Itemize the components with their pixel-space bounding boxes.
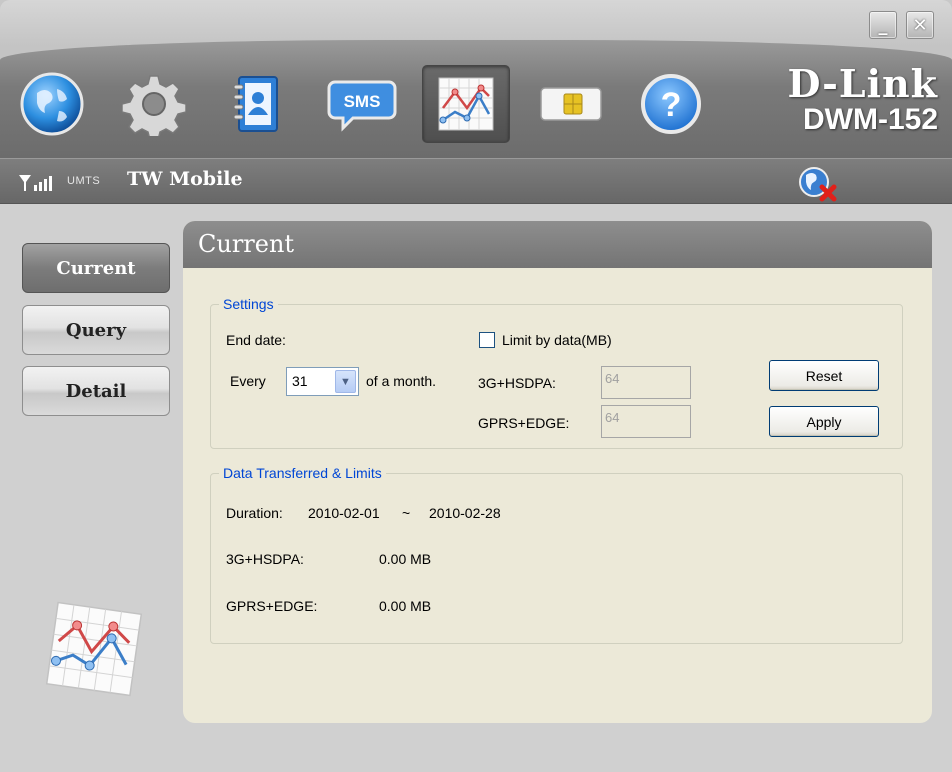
gprs-limit-input[interactable]: 64 bbox=[601, 405, 691, 438]
model-name: DWM-152 bbox=[802, 103, 938, 136]
duration-end: 2010-02-28 bbox=[429, 505, 501, 521]
data-transferred-legend: Data Transferred & Limits bbox=[219, 465, 386, 481]
signal-strength-icon bbox=[19, 175, 52, 191]
apply-button[interactable]: Apply bbox=[769, 406, 879, 437]
brand-name: D-Link bbox=[787, 61, 938, 106]
chevron-down-icon[interactable]: ▼ bbox=[335, 370, 356, 393]
end-day-select[interactable]: 31 ▼ bbox=[286, 367, 359, 396]
toolbar-settings-button[interactable] bbox=[119, 65, 189, 143]
contacts-icon bbox=[233, 76, 278, 132]
close-icon: ✕ bbox=[912, 14, 928, 36]
chart-icon bbox=[438, 77, 494, 131]
reset-button[interactable]: Reset bbox=[769, 360, 879, 391]
hsdpa-usage-value: 0.00 MB bbox=[379, 551, 432, 567]
nav-detail-label: Detail bbox=[65, 380, 127, 402]
duration-start: 2010-02-01 bbox=[308, 505, 380, 521]
hsdpa-limit-label: 3G+HSDPA: bbox=[478, 375, 556, 391]
statistics-decoration-icon bbox=[45, 601, 143, 697]
toolbar-internet-button[interactable] bbox=[17, 65, 87, 143]
toolbar-sms-button[interactable]: SMS bbox=[327, 65, 397, 143]
toolbar-contacts-button[interactable] bbox=[222, 65, 292, 143]
sim-card-icon bbox=[540, 87, 602, 121]
gprs-limit-label: GPRS+EDGE: bbox=[478, 415, 570, 431]
panel-title: Current bbox=[183, 221, 932, 268]
globe-icon bbox=[20, 72, 84, 136]
brand-logo: D-Link DWM-152 bbox=[787, 64, 938, 136]
nav-current-button[interactable]: Current bbox=[22, 243, 170, 293]
end-day-value: 31 bbox=[292, 373, 308, 389]
data-transferred-group: Data Transferred & Limits Duration: 2010… bbox=[210, 465, 903, 644]
gear-icon bbox=[122, 75, 186, 136]
close-button[interactable]: ✕ bbox=[906, 11, 934, 39]
end-date-label: End date: bbox=[226, 332, 286, 348]
gprs-usage-label: GPRS+EDGE: bbox=[226, 598, 318, 614]
disconnected-globe-icon[interactable] bbox=[796, 165, 840, 203]
help-icon-label: ? bbox=[661, 86, 682, 124]
duration-separator: ~ bbox=[402, 505, 411, 521]
apply-button-label: Apply bbox=[806, 413, 842, 430]
toolbar-sim-button[interactable] bbox=[536, 65, 606, 143]
nav-query-label: Query bbox=[65, 319, 127, 341]
limit-by-data-label[interactable]: Limit by data(MB) bbox=[502, 332, 612, 348]
carrier-name: TW Mobile bbox=[127, 168, 243, 190]
gprs-usage-value: 0.00 MB bbox=[379, 598, 432, 614]
of-month-label: of a month. bbox=[366, 373, 437, 389]
settings-group: Settings End date: Every 31 ▼ of a month… bbox=[210, 296, 903, 449]
sms-icon: SMS bbox=[327, 80, 397, 132]
hsdpa-limit-input[interactable]: 64 bbox=[601, 366, 691, 399]
settings-legend: Settings bbox=[219, 296, 278, 312]
nav-detail-button[interactable]: Detail bbox=[22, 366, 170, 416]
toolbar-help-button[interactable]: ? bbox=[636, 65, 706, 143]
every-label: Every bbox=[230, 373, 266, 389]
toolbar-statistics-button[interactable] bbox=[422, 65, 510, 143]
hsdpa-usage-label: 3G+HSDPA: bbox=[226, 551, 304, 567]
minimize-button[interactable]: _ bbox=[869, 11, 897, 39]
nav-current-label: Current bbox=[56, 257, 136, 279]
nav-query-button[interactable]: Query bbox=[22, 305, 170, 355]
status-bar: UMTS TW Mobile bbox=[0, 158, 952, 204]
network-type: UMTS bbox=[67, 175, 101, 187]
limit-by-data-checkbox[interactable] bbox=[479, 332, 495, 348]
help-icon: ? bbox=[641, 74, 701, 134]
sms-icon-label: SMS bbox=[344, 92, 381, 111]
reset-button-label: Reset bbox=[805, 367, 843, 384]
minimize-icon: _ bbox=[878, 14, 888, 36]
duration-label: Duration: bbox=[226, 505, 283, 521]
